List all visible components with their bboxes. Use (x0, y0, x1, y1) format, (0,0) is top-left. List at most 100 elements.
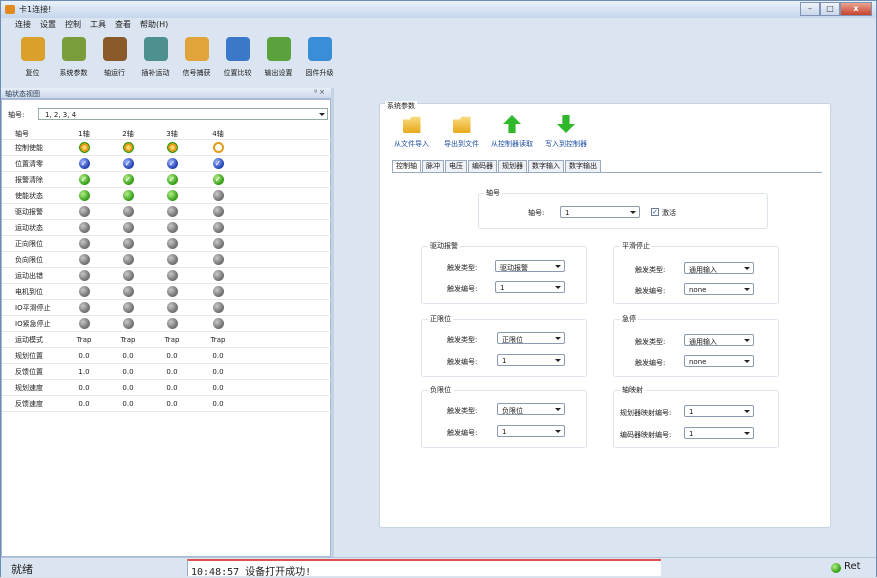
positive-limit-num-select[interactable]: 1 (497, 354, 565, 366)
toolbar-button[interactable]: 信号捕获 (179, 31, 214, 87)
emergency-stop-type-value: 通用输入 (689, 338, 717, 346)
status-cell: ✓ (72, 158, 96, 170)
status-value: Trap (210, 336, 226, 344)
status-led-icon (212, 302, 224, 313)
status-led-icon[interactable]: ✓ (166, 174, 178, 185)
status-led-icon (212, 254, 224, 265)
negative-limit-num-value: 1 (502, 428, 507, 436)
panel-pin-close-buttons[interactable]: ᵍ × (314, 88, 325, 96)
negative-limit-type-label: 触发类型: (447, 407, 478, 415)
status-led-icon (122, 318, 134, 329)
drive-alarm-num-label: 触发编号: (447, 285, 478, 293)
emergency-stop-type-select[interactable]: 通用输入 (684, 334, 754, 346)
tab-digital-input[interactable]: 数字输入 (528, 160, 564, 172)
status-led-icon (212, 270, 224, 281)
tab-planner[interactable]: 规划器 (498, 160, 527, 172)
status-row-label: IO紧急停止 (15, 320, 51, 328)
status-led-icon (212, 206, 224, 217)
menu-tools[interactable]: 工具 (90, 19, 106, 30)
menu-settings[interactable]: 设置 (40, 19, 56, 30)
wheel-icon (102, 37, 127, 61)
negative-limit-type-select[interactable]: 负限位 (497, 403, 565, 415)
status-led-icon (122, 222, 134, 233)
toolbar-button[interactable]: 系统参数 (56, 31, 91, 87)
negative-limit-num-select[interactable]: 1 (497, 425, 565, 437)
tab-pulse[interactable]: 脉冲 (422, 160, 444, 172)
status-cell (116, 254, 140, 266)
drive-alarm-num-select[interactable]: 1 (495, 281, 565, 293)
import-from-file-button[interactable]: 从文件导入 (394, 115, 429, 151)
status-led-icon (78, 302, 90, 313)
emergency-stop-num-select[interactable]: none (684, 355, 754, 367)
axis-select-dropdown[interactable]: 1, 2, 3, 4 (38, 108, 328, 120)
status-row: 电机到位 (2, 284, 332, 300)
tab-encoder[interactable]: 编码器 (468, 160, 497, 172)
status-led-icon[interactable]: ✓ (212, 174, 224, 185)
column-header: 轴号 (15, 130, 29, 138)
status-led-icon[interactable]: ✓ (122, 174, 134, 185)
status-row: 报警清除 ✓ ✓ ✓ ✓ (2, 172, 332, 188)
status-led-icon[interactable] (78, 142, 90, 153)
export-to-file-button[interactable]: 导出到文件 (444, 115, 479, 151)
status-led-icon[interactable]: ✓ (78, 158, 90, 169)
status-row-label: 运动模式 (15, 336, 43, 344)
toolbar-button[interactable]: 复位 (15, 31, 50, 87)
toolbar-button[interactable]: 输出设置 (261, 31, 296, 87)
tab-digital-output[interactable]: 数字输出 (565, 160, 601, 172)
status-led-icon[interactable]: ✓ (212, 158, 224, 169)
maximize-button[interactable]: □ (820, 2, 840, 16)
chevron-down-icon (744, 430, 750, 436)
chevron-down-icon (555, 284, 561, 290)
grid-header: 轴号 1轴 2轴 3轴 4轴 (2, 126, 332, 140)
status-led-icon (212, 222, 224, 233)
chevron-down-icon (744, 358, 750, 364)
chevron-down-icon (555, 428, 561, 434)
positive-limit-type-select[interactable]: 正限位 (497, 332, 565, 344)
status-cell (160, 238, 184, 250)
status-value: 0.0 (122, 352, 134, 360)
status-led-icon[interactable] (212, 142, 224, 153)
menu-control[interactable]: 控制 (65, 19, 81, 30)
menu-connect[interactable]: 连接 (15, 19, 31, 30)
firmware-icon (307, 37, 332, 61)
status-cell: ✓ (116, 174, 140, 186)
emergency-stop-group (613, 319, 779, 377)
chevron-down-icon (744, 265, 750, 271)
write-to-controller-button[interactable]: 写入到控制器 (545, 115, 587, 151)
drive-alarm-type-select[interactable]: 驱动报警 (495, 260, 565, 272)
close-button[interactable]: x (840, 2, 872, 16)
status-led-icon[interactable]: ✓ (122, 158, 134, 169)
status-cell (206, 254, 230, 266)
status-led-icon[interactable] (122, 142, 134, 153)
read-from-controller-button[interactable]: 从控制器读取 (491, 115, 533, 151)
status-led-icon[interactable] (166, 142, 178, 153)
toolbar-button-label: 固件升级 (305, 69, 334, 77)
toolbar-button[interactable]: 轴运行 (97, 31, 132, 87)
activate-checkbox[interactable]: ✓ (651, 208, 659, 216)
status-cell (72, 270, 96, 282)
status-led-icon (78, 254, 90, 265)
tab-voltage[interactable]: 电压 (445, 160, 467, 172)
smooth-stop-num-select[interactable]: none (684, 283, 754, 295)
minimize-button[interactable]: – (800, 2, 820, 16)
status-cell: ✓ (206, 158, 230, 170)
toolbar-button-label: 信号捕获 (182, 69, 211, 77)
encoder-map-select[interactable]: 1 (684, 427, 754, 439)
main-window: 卡1连接! – □ x 连接 设置 控制 工具 查看 帮助(H) 复位 系统参数轴… (0, 0, 877, 578)
status-cell (116, 222, 140, 234)
axis-number-select[interactable]: 1 (560, 206, 640, 218)
status-cell: ✓ (72, 174, 96, 186)
status-row-label: 报警清除 (15, 176, 43, 184)
planner-map-select[interactable]: 1 (684, 405, 754, 417)
menu-view[interactable]: 查看 (115, 19, 131, 30)
status-row: 规划位置 0.0 0.0 0.0 0.0 (2, 348, 332, 364)
toolbar-button[interactable]: 位置比较 (220, 31, 255, 87)
status-led-icon[interactable]: ✓ (166, 158, 178, 169)
status-row-label: 反馈速度 (15, 400, 43, 408)
status-led-icon[interactable]: ✓ (78, 174, 90, 185)
smooth-stop-type-select[interactable]: 通用输入 (684, 262, 754, 274)
status-value: 0.0 (166, 384, 178, 392)
menu-help[interactable]: 帮助(H) (140, 19, 168, 30)
toolbar-button[interactable]: 固件升级 (302, 31, 337, 87)
toolbar-button[interactable]: 插补运动 (138, 31, 173, 87)
